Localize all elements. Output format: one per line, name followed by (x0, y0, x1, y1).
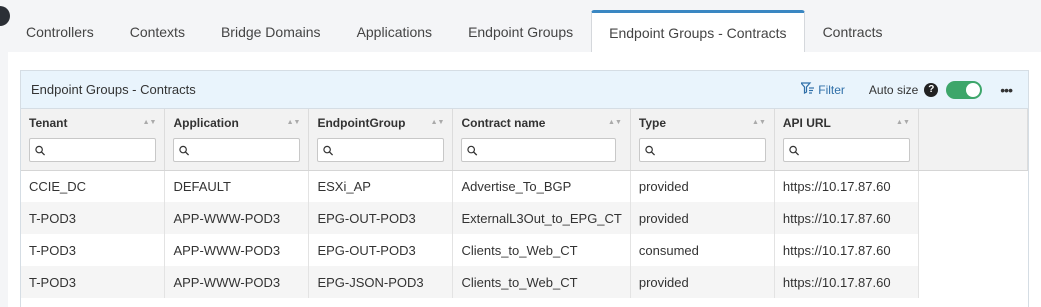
table-row[interactable]: CCIE_DC DEFAULT ESXi_AP Advertise_To_BGP… (21, 170, 1028, 202)
table-row[interactable]: T-POD3 APP-WWW-POD3 EPG-OUT-POD3 Externa… (21, 202, 1028, 234)
cell-type: provided (630, 266, 775, 298)
search-input[interactable] (798, 140, 909, 160)
sort-icon[interactable]: ▲▼ (608, 119, 622, 126)
search-icon (645, 145, 655, 156)
cell-application: APP-WWW-POD3 (164, 202, 310, 234)
sort-icon[interactable]: ▲▼ (287, 119, 301, 126)
cell-endpointgroup: ESXi_AP (308, 170, 454, 202)
column-label: Tenant (29, 116, 68, 130)
search-icon (789, 145, 799, 156)
table-header-row: Tenant ▲▼ Application ▲▼ EndpointGroup ▲… (21, 109, 1028, 171)
cell-type: provided (630, 170, 775, 202)
column-label: EndpointGroup (317, 116, 406, 130)
cell-endpointgroup: EPG-OUT-POD3 (308, 234, 454, 266)
tab-endpoint-groups[interactable]: Endpoint Groups (450, 10, 591, 52)
tab-endpoint-groups-contracts[interactable]: Endpoint Groups - Contracts (591, 10, 805, 52)
cell-api-url: https://10.17.87.60 (774, 202, 919, 234)
tab-controllers[interactable]: Controllers (8, 10, 112, 52)
column-header-contract-name[interactable]: Contract name ▲▼ (452, 109, 631, 171)
sort-icon[interactable]: ▲▼ (431, 119, 445, 126)
tab-bar: Controllers Contexts Bridge Domains Appl… (8, 10, 900, 52)
tab-panel: Endpoint Groups - Contracts Filter Auto … (8, 52, 1041, 307)
search-icon (323, 145, 334, 156)
tab-contexts[interactable]: Contexts (112, 10, 203, 52)
column-filter-type[interactable] (638, 138, 766, 162)
column-header-type[interactable]: Type ▲▼ (630, 109, 775, 171)
column-filter-tenant[interactable] (29, 138, 156, 162)
tab-applications[interactable]: Applications (339, 10, 451, 52)
cell-endpointgroup: EPG-OUT-POD3 (308, 202, 454, 234)
search-icon (179, 145, 190, 156)
filter-icon (799, 82, 815, 97)
widget-title: Endpoint Groups - Contracts (31, 82, 196, 97)
column-filter-contract-name[interactable] (461, 138, 617, 162)
widget-header: Endpoint Groups - Contracts Filter Auto … (21, 71, 1028, 109)
help-icon[interactable]: ? (924, 82, 939, 97)
cell-contract-name: Advertise_To_BGP (452, 170, 631, 202)
autosize-toggle[interactable] (946, 80, 983, 99)
cell-contract-name: Clients_to_Web_CT (452, 266, 631, 298)
cell-application: APP-WWW-POD3 (164, 234, 310, 266)
search-input[interactable] (654, 140, 765, 160)
sort-icon[interactable]: ▲▼ (752, 119, 766, 126)
filter-label: Filter (818, 82, 845, 97)
autosize-label: Auto size (868, 82, 919, 97)
column-header-tenant[interactable]: Tenant ▲▼ (21, 109, 166, 171)
cell-application: APP-WWW-POD3 (164, 266, 310, 298)
column-label: Type (638, 116, 666, 130)
column-header-endpointgroup[interactable]: EndpointGroup ▲▼ (308, 109, 454, 171)
cell-application: DEFAULT (164, 170, 310, 202)
more-options-icon[interactable]: ••• (1000, 82, 1013, 98)
search-icon (35, 145, 46, 156)
cell-api-url: https://10.17.87.60 (774, 266, 919, 298)
cell-api-url: https://10.17.87.60 (774, 234, 919, 266)
data-grid-widget: Endpoint Groups - Contracts Filter Auto … (20, 70, 1029, 307)
column-filter-endpointgroup[interactable] (317, 138, 445, 162)
cell-tenant: CCIE_DC (21, 170, 166, 202)
sort-icon[interactable]: ▲▼ (896, 119, 910, 126)
tab-bridge-domains[interactable]: Bridge Domains (203, 10, 339, 52)
cell-contract-name: ExternalL3Out_to_EPG_CT (452, 202, 631, 234)
search-input[interactable] (333, 140, 444, 160)
cell-contract-name: Clients_to_Web_CT (452, 234, 631, 266)
cell-filler (918, 234, 1027, 266)
column-filter-api-url[interactable] (782, 138, 910, 162)
sort-icon[interactable]: ▲▼ (143, 119, 157, 126)
cell-filler (918, 202, 1028, 234)
cell-type: provided (630, 202, 775, 234)
search-input[interactable] (477, 140, 616, 160)
table-row[interactable]: T-POD3 APP-WWW-POD3 EPG-JSON-POD3 Client… (21, 266, 1028, 298)
cell-type: consumed (630, 234, 775, 266)
column-label: Application (173, 116, 239, 130)
cell-filler (918, 266, 1028, 298)
search-input[interactable] (45, 140, 155, 160)
toggle-knob (966, 82, 981, 97)
cell-filler (918, 170, 1027, 202)
cell-endpointgroup: EPG-JSON-POD3 (308, 266, 454, 298)
column-header-filler (918, 109, 1028, 171)
table-row[interactable]: T-POD3 APP-WWW-POD3 EPG-OUT-POD3 Clients… (21, 234, 1028, 266)
search-icon (467, 145, 478, 156)
column-header-api-url[interactable]: API URL ▲▼ (774, 109, 919, 171)
tab-contracts[interactable]: Contracts (805, 10, 901, 52)
column-filter-application[interactable] (173, 138, 301, 162)
column-header-application[interactable]: Application ▲▼ (164, 109, 310, 171)
filter-button[interactable]: Filter (799, 82, 845, 97)
cell-tenant: T-POD3 (21, 234, 166, 266)
data-table: Tenant ▲▼ Application ▲▼ EndpointGroup ▲… (21, 109, 1028, 298)
column-label: API URL (782, 116, 831, 130)
cell-tenant: T-POD3 (21, 266, 166, 298)
column-label: Contract name (461, 116, 546, 130)
cell-tenant: T-POD3 (21, 202, 166, 234)
search-input[interactable] (189, 140, 300, 160)
cell-api-url: https://10.17.87.60 (774, 170, 919, 202)
